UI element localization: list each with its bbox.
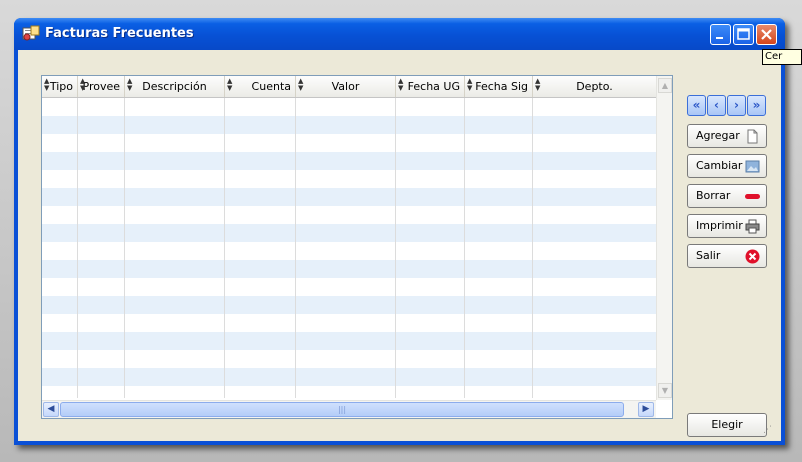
sort-icon: ▲ ▼ [467,77,473,92]
table-row[interactable] [42,368,656,386]
scroll-down-arrow-icon[interactable]: ▼ [658,383,672,398]
sort-icon: ▲ ▼ [127,77,133,92]
grid-header: ▲ ▼ Tipo ▲ ▼ Provee ▲ ▼ Descripción ▲ ▼ Cuen… [42,76,656,98]
agregar-button[interactable]: Agregar [687,124,767,148]
cambiar-button[interactable]: Cambiar [687,154,767,178]
delete-minus-icon [745,194,760,199]
table-row[interactable] [42,332,656,350]
sort-icon: ▲ ▼ [298,77,304,92]
next-record-button[interactable]: › [727,95,746,116]
sort-icon: ▲ ▼ [535,77,541,92]
table-row[interactable] [42,260,656,278]
column-divider [532,98,533,398]
column-header-provee[interactable]: ▲ ▼ Provee [78,76,125,97]
resize-grip-icon[interactable]: ⋰ [763,425,772,435]
column-divider [224,98,225,398]
column-divider [464,98,465,398]
column-divider [77,98,78,398]
maximize-icon [737,28,750,40]
record-navigation: « ‹ › » [687,95,767,117]
table-row[interactable] [42,350,656,368]
column-header-cuenta[interactable]: ▲ ▼ Cuenta [225,76,296,97]
table-row[interactable] [42,224,656,242]
data-grid[interactable]: ▲ ▼ Tipo ▲ ▼ Provee ▲ ▼ Descripción ▲ ▼ Cuen… [41,75,673,419]
window-title: Facturas Frecuentes [45,26,194,41]
table-row[interactable] [42,242,656,260]
table-row[interactable] [42,314,656,332]
app-icon [22,25,40,41]
elegir-button[interactable]: Elegir [687,413,767,437]
minimize-button[interactable] [710,24,731,45]
column-header-fecha-sig[interactable]: ▲ ▼ Fecha Sig [465,76,533,97]
title-bar[interactable]: Facturas Frecuentes [14,18,785,50]
table-row[interactable] [42,98,656,116]
close-icon [761,29,772,40]
last-record-button[interactable]: » [747,95,766,116]
horizontal-scrollbar[interactable]: ◀ ||| ▶ [42,400,656,418]
sort-icon: ▲ ▼ [80,77,86,92]
column-divider [124,98,125,398]
table-row[interactable] [42,170,656,188]
salir-button[interactable]: Salir [687,244,767,268]
printer-icon [745,219,760,234]
scroll-left-arrow-icon[interactable]: ◀ [43,402,59,417]
scroll-right-arrow-icon[interactable]: ▶ [638,402,654,417]
table-row[interactable] [42,296,656,314]
borrar-button[interactable]: Borrar [687,184,767,208]
sort-icon: ▲ ▼ [227,77,233,92]
maximize-button[interactable] [733,24,754,45]
previous-record-button[interactable]: ‹ [707,95,726,116]
window: Facturas Frecuentes ▲ ▼ Tipo ▲ ▼ Provee … [14,18,785,445]
column-header-fecha-ug[interactable]: ▲ ▼ Fecha UG [396,76,465,97]
column-divider [295,98,296,398]
column-header-depto[interactable]: ▲ ▼ Depto. [533,76,656,97]
close-tooltip: Cer [762,49,802,65]
table-row[interactable] [42,188,656,206]
scroll-up-arrow-icon[interactable]: ▲ [658,78,672,93]
table-row[interactable] [42,206,656,224]
column-header-descripcion[interactable]: ▲ ▼ Descripción [125,76,225,97]
table-row[interactable] [42,134,656,152]
sort-icon: ▲ ▼ [398,77,404,92]
grid-rows [42,98,656,404]
first-record-button[interactable]: « [687,95,706,116]
column-header-valor[interactable]: ▲ ▼ Valor [296,76,396,97]
minimize-icon [716,37,723,39]
table-row[interactable] [42,116,656,134]
column-header-tipo[interactable]: ▲ ▼ Tipo [42,76,78,97]
imprimir-button[interactable]: Imprimir [687,214,767,238]
column-divider [395,98,396,398]
sort-icon: ▲ ▼ [44,77,50,92]
horizontal-scroll-thumb[interactable]: ||| [60,402,624,417]
close-button[interactable] [756,24,777,45]
new-document-icon [747,129,758,144]
edit-picture-icon [745,160,760,173]
client-area: ▲ ▼ Tipo ▲ ▼ Provee ▲ ▼ Descripción ▲ ▼ Cuen… [18,50,781,441]
table-row[interactable] [42,152,656,170]
vertical-scrollbar[interactable]: ▲ ▼ [656,76,672,400]
exit-x-icon [745,249,760,264]
table-row[interactable] [42,278,656,296]
